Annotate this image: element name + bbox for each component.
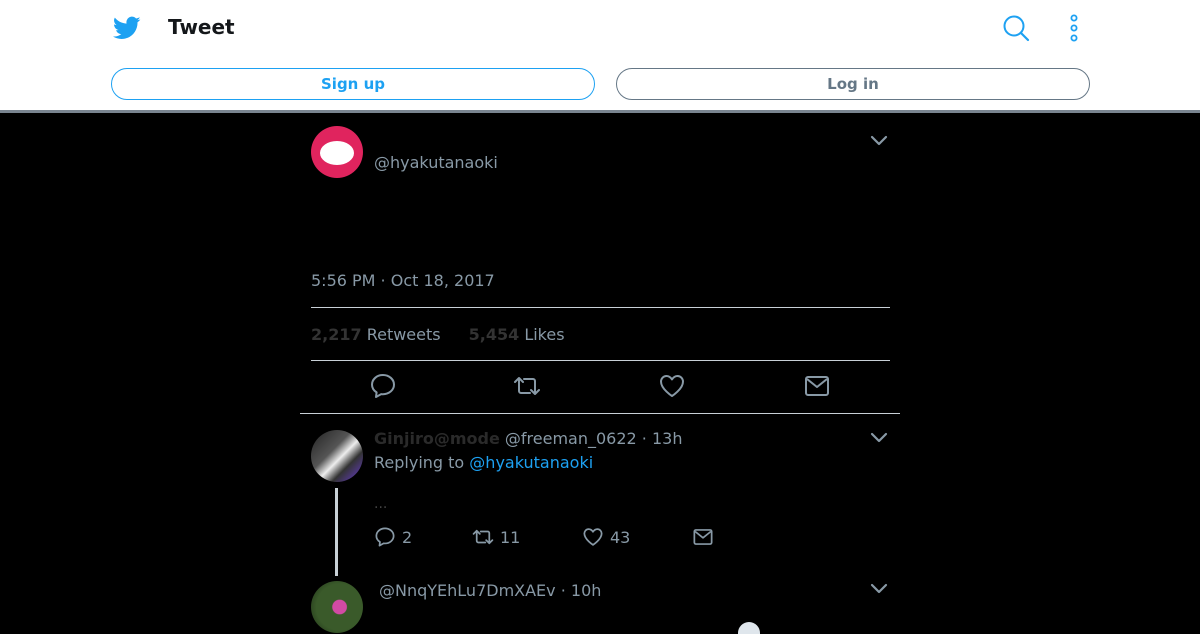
likes-count: 5,454 [468, 325, 520, 344]
like-icon [583, 528, 603, 546]
retweet-count: 11 [500, 527, 521, 547]
reply-meta[interactable]: @NnqYEhLu7DmXAEv · 10h [379, 581, 601, 600]
login-button[interactable]: Log in [616, 68, 1090, 100]
page-title: Tweet [168, 15, 235, 39]
reply-like-action[interactable]: 43 [582, 526, 630, 548]
replying-to: Replying to @hyakutanaoki [374, 453, 593, 472]
reply-reply-action[interactable]: 2 [374, 526, 412, 548]
reply-author[interactable]: Ginjiro@mode @freeman_0622 · 13h [374, 429, 682, 448]
avatar[interactable] [311, 581, 363, 633]
reply-message-action[interactable] [692, 526, 720, 548]
avatar[interactable] [311, 126, 363, 178]
like-icon[interactable] [658, 372, 686, 400]
direct-message-icon [693, 529, 713, 545]
retweets-stat[interactable]: 2,217 Retweets [311, 325, 441, 344]
reply-count: 2 [402, 527, 413, 547]
thread-line [335, 488, 338, 576]
likes-label: Likes [524, 325, 565, 344]
reply-text: ... [374, 496, 388, 512]
divider [311, 307, 890, 308]
divider [300, 413, 900, 414]
retweets-count: 2,217 [311, 325, 362, 344]
tweet-stats: 2,217 Retweets 5,454 Likes [311, 325, 565, 344]
avatar[interactable] [311, 430, 363, 482]
emoji-glyph [738, 622, 760, 634]
chevron-down-icon[interactable] [869, 134, 889, 148]
twitter-logo-icon[interactable] [112, 14, 142, 42]
tweet-timestamp[interactable]: 5:56 PM · Oct 18, 2017 [311, 271, 495, 290]
like-count: 43 [610, 527, 631, 547]
direct-message-icon[interactable] [803, 372, 831, 400]
retweet-icon [472, 529, 494, 545]
reply-retweet-action[interactable]: 11 [472, 526, 520, 548]
reply-icon[interactable] [369, 372, 397, 400]
chevron-down-icon[interactable] [869, 582, 889, 596]
reply-icon [375, 527, 395, 547]
signup-button[interactable]: Sign up [111, 68, 595, 100]
chevron-down-icon[interactable] [869, 431, 889, 445]
replying-prefix: Replying to [374, 453, 465, 472]
retweets-label: Retweets [366, 325, 441, 344]
retweet-icon[interactable] [513, 372, 541, 400]
reply-meta: @freeman_0622 · 13h [504, 429, 683, 448]
reply-display-name: Ginjiro@mode [374, 429, 500, 448]
replying-handle-link[interactable]: @hyakutanaoki [469, 453, 593, 472]
more-options-icon[interactable] [1066, 14, 1082, 42]
top-bar: Tweet Sign up Log in [0, 0, 1200, 113]
divider [311, 360, 890, 361]
tweet-detail: @hyakutanaoki 5:56 PM · Oct 18, 2017 2,2… [0, 116, 1200, 634]
likes-stat[interactable]: 5,454 Likes [469, 325, 565, 344]
search-icon[interactable] [1002, 14, 1030, 42]
tweet-author-handle[interactable]: @hyakutanaoki [374, 153, 498, 172]
